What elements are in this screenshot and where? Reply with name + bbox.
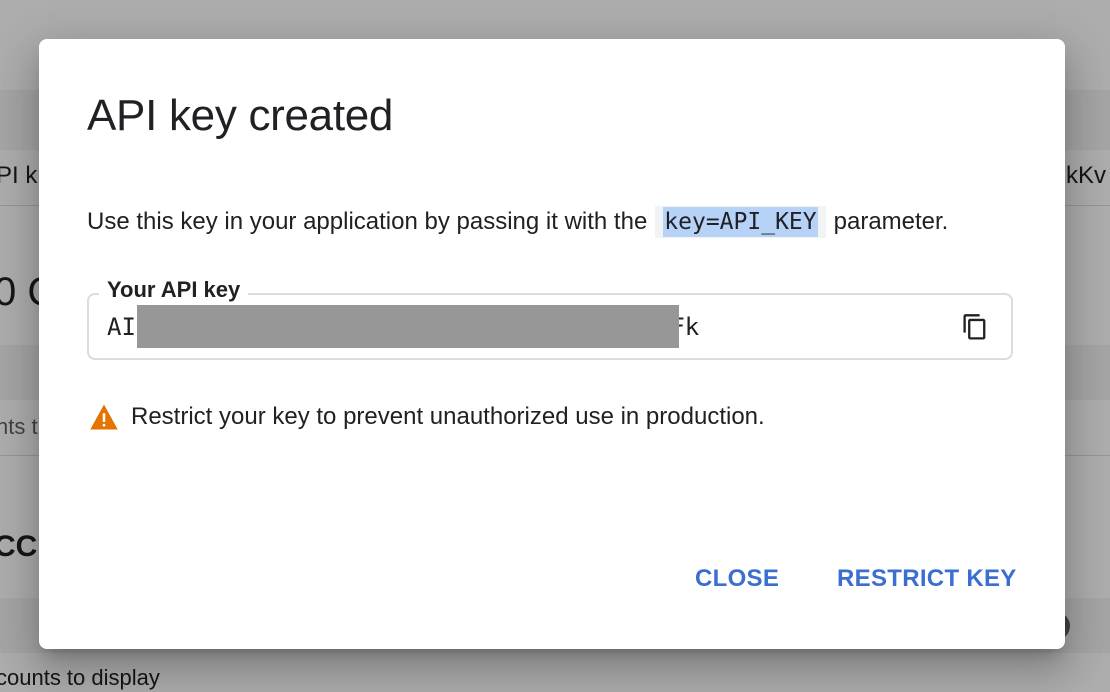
- dialog-description: Use this key in your application by pass…: [87, 199, 948, 245]
- code-snippet: key=API_KEY: [655, 206, 826, 238]
- api-key-field[interactable]: Your API key AISFk: [87, 277, 1013, 360]
- api-key-prefix: AI: [107, 313, 136, 341]
- warning-icon: [90, 404, 118, 430]
- warning-message: Restrict your key to prevent unauthorize…: [89, 403, 765, 431]
- api-key-label: Your API key: [99, 277, 249, 303]
- restrict-key-button[interactable]: RESTRICT KEY: [829, 559, 1025, 599]
- description-text: parameter.: [833, 208, 949, 235]
- copy-icon[interactable]: [961, 313, 989, 343]
- api-key-dialog: API key created Use this key in your app…: [39, 39, 1065, 649]
- description-text: Use this key in your application by pass…: [87, 208, 648, 235]
- warning-text: Restrict your key to prevent unauthorize…: [131, 403, 765, 430]
- dialog-title: API key created: [87, 91, 394, 140]
- code-text: key=API_KEY: [663, 207, 818, 237]
- redaction-bar: [137, 305, 679, 348]
- close-button[interactable]: CLOSE: [687, 559, 787, 599]
